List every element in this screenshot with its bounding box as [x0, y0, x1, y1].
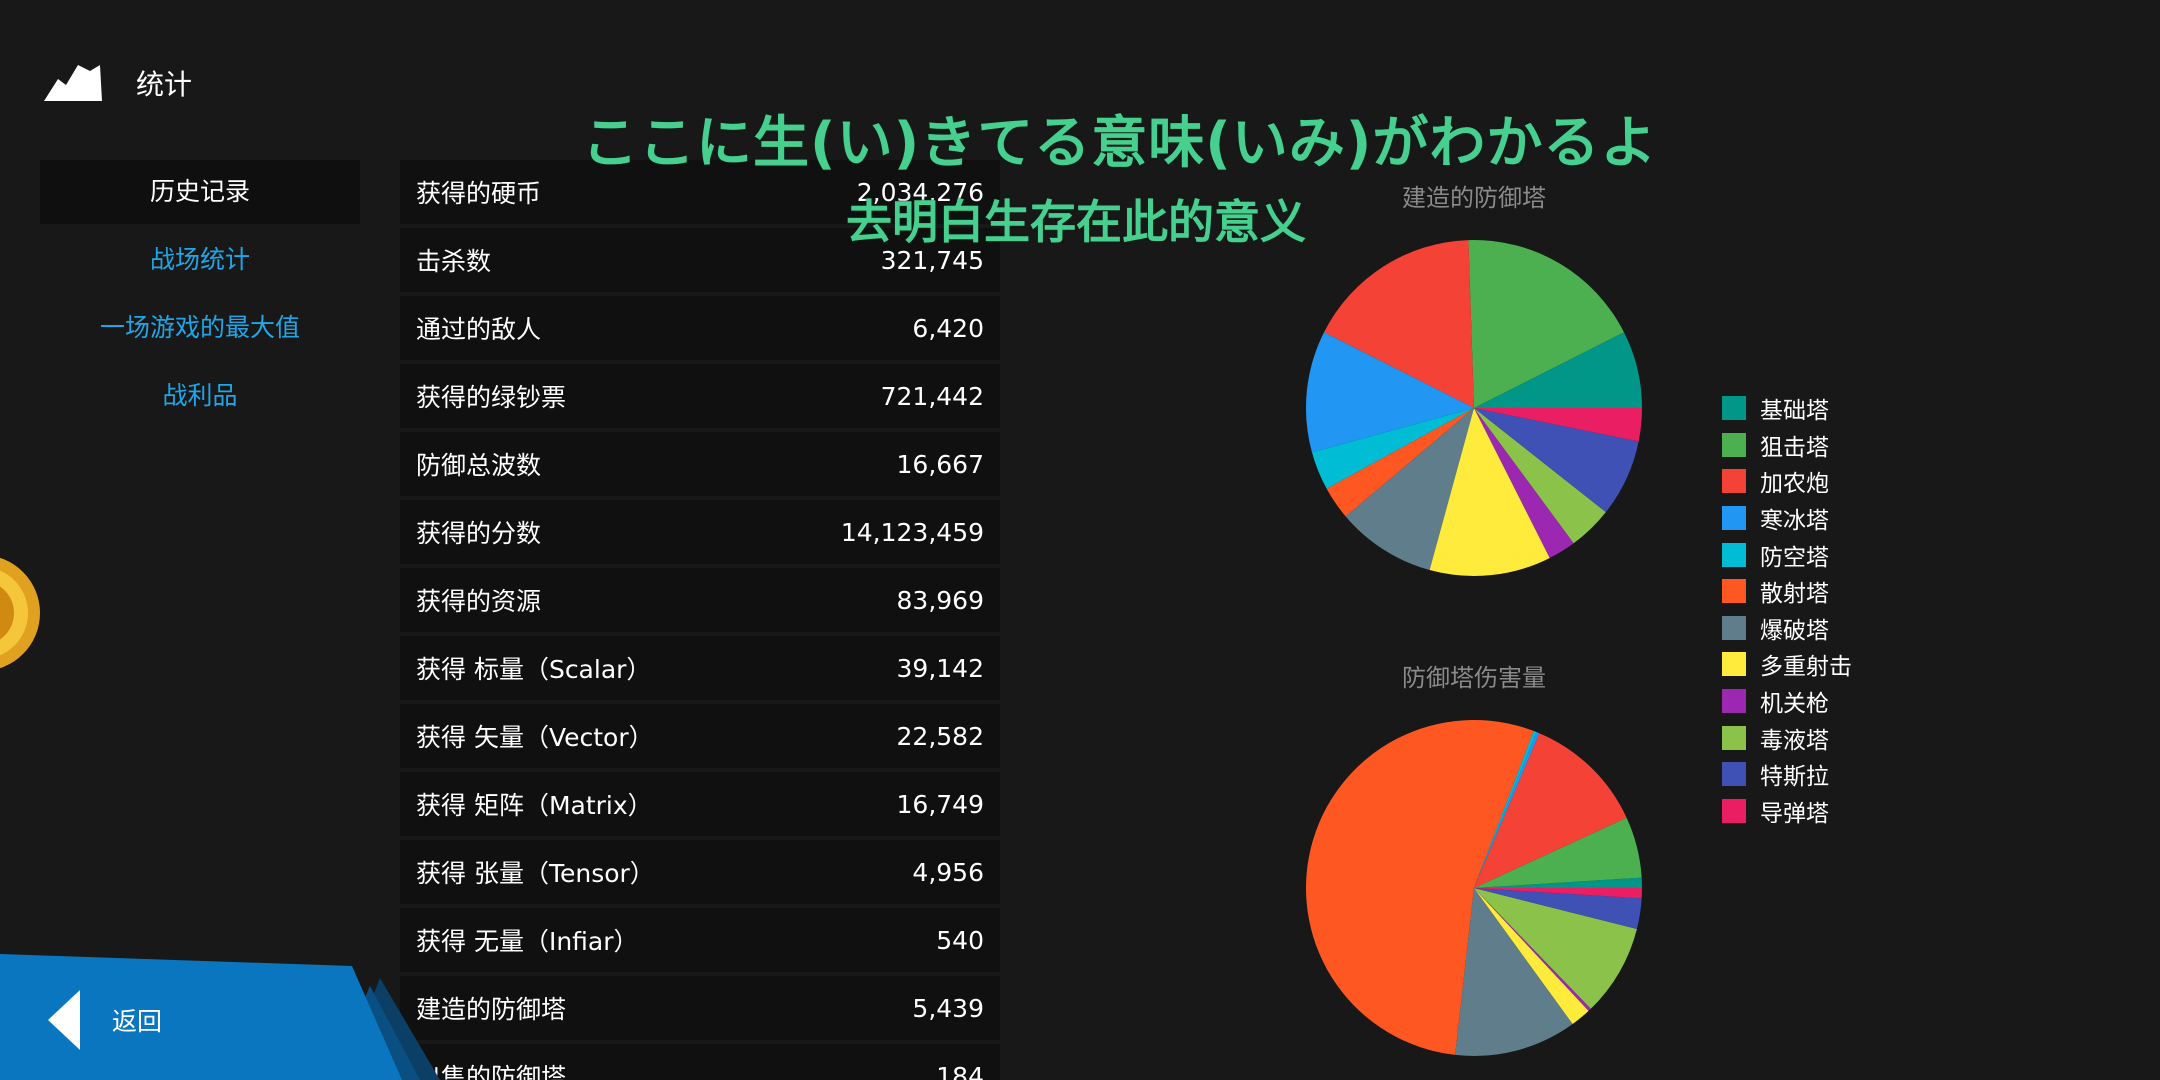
legend-item: 毒液塔: [1722, 719, 1852, 756]
app-header: 统计: [44, 58, 192, 108]
stat-row: 获得 标量（Scalar） 39,142: [400, 636, 1000, 700]
stats-screen: 统计 历史记录 战场统计 一场游戏的最大值 战利品 获得的硬币 2,034,276…: [0, 0, 2160, 1080]
legend-item: 基础塔: [1722, 390, 1852, 427]
chart-legend: 基础塔狙击塔加农炮寒冰塔防空塔散射塔爆破塔多重射击机关枪毒液塔特斯拉导弹塔: [1722, 390, 1852, 829]
stat-value: 14,123,459: [840, 517, 984, 547]
stat-label: 获得 标量（Scalar）: [416, 655, 652, 684]
legend-item: 特斯拉: [1722, 756, 1852, 793]
legend-label: 防空塔: [1760, 544, 1829, 571]
stat-label: 获得 矩阵（Matrix）: [416, 791, 653, 820]
stat-label: 获得的硬币: [416, 179, 542, 208]
stat-value: 540: [936, 925, 984, 955]
pie-chart-tower-damage: [1306, 720, 1642, 1056]
stat-value: 184: [936, 1061, 984, 1080]
stat-row: 获得的资源 83,969: [400, 568, 1000, 632]
legend-item: 加农炮: [1722, 463, 1852, 500]
legend-label: 寒冰塔: [1760, 508, 1829, 535]
mountain-icon: [44, 65, 102, 101]
stat-row: 获得 矩阵（Matrix） 16,749: [400, 772, 1000, 836]
stat-value: 6,420: [912, 313, 984, 343]
stat-value: 39,142: [896, 653, 984, 683]
coin-icon: [0, 557, 40, 669]
nav-item-history[interactable]: 历史记录: [40, 160, 360, 224]
legend-swatch: [1722, 615, 1746, 640]
legend-swatch: [1722, 762, 1746, 787]
legend-swatch: [1722, 432, 1746, 457]
legend-label: 加农炮: [1760, 471, 1829, 498]
legend-swatch: [1722, 689, 1746, 714]
stat-label: 获得 张量（Tensor）: [416, 859, 655, 888]
legend-swatch: [1722, 506, 1746, 531]
legend-swatch: [1722, 725, 1746, 750]
stat-label: 获得的分数: [416, 519, 542, 548]
legend-item: 机关枪: [1722, 683, 1852, 720]
legend-swatch: [1722, 798, 1746, 823]
stat-value: 83,969: [896, 585, 984, 615]
stat-label: 获得 矢量（Vector）: [416, 723, 654, 752]
legend-swatch: [1722, 652, 1746, 677]
stat-row: 获得 张量（Tensor） 4,956: [400, 840, 1000, 904]
stat-label: 获得 无量（Infiar）: [416, 927, 639, 956]
legend-label: 狙击塔: [1760, 434, 1829, 461]
stat-value: 721,442: [880, 381, 984, 411]
legend-label: 机关枪: [1760, 691, 1829, 718]
nav-item-battle-stats[interactable]: 战场统计: [40, 228, 360, 292]
nav-item-single-game-max[interactable]: 一场游戏的最大值: [40, 296, 360, 360]
caption-chinese: 去明白生存在此的意义: [846, 195, 1306, 249]
stat-row: 获得 矢量（Vector） 22,582: [400, 704, 1000, 768]
legend-item: 爆破塔: [1722, 610, 1852, 647]
legend-item: 狙击塔: [1722, 427, 1852, 464]
legend-label: 导弹塔: [1760, 800, 1829, 827]
legend-swatch: [1722, 469, 1746, 494]
stat-row: 建造的防御塔 5,439: [400, 976, 1000, 1040]
legend-label: 特斯拉: [1760, 764, 1829, 791]
legend-label: 散射塔: [1760, 581, 1829, 608]
pie-chart-towers-built: [1306, 240, 1642, 576]
stat-row: 防御总波数 16,667: [400, 432, 1000, 496]
back-button-label[interactable]: 返回: [112, 1002, 162, 1038]
back-button[interactable]: [0, 940, 440, 1080]
caption-japanese: ここに生(い)きてる意味(いみ)がわかるよ: [582, 111, 1658, 176]
stat-value: 16,667: [896, 449, 984, 479]
stat-label: 通过的敌人: [416, 315, 542, 344]
legend-label: 爆破塔: [1760, 617, 1829, 644]
legend-item: 防空塔: [1722, 536, 1852, 573]
stats-table[interactable]: 获得的硬币 2,034,276 击杀数 321,745 通过的敌人 6,420 获得的…: [400, 160, 1000, 1080]
stat-row: 出售的防御塔 184: [400, 1044, 1000, 1080]
stat-row: 获得的分数 14,123,459: [400, 500, 1000, 564]
stat-label: 获得的资源: [416, 587, 542, 616]
side-nav: 历史记录 战场统计 一场游戏的最大值 战利品: [40, 160, 360, 432]
legend-item: 导弹塔: [1722, 793, 1852, 830]
legend-item: 多重射击: [1722, 646, 1852, 683]
legend-label: 多重射击: [1760, 654, 1852, 681]
stat-label: 击杀数: [416, 247, 492, 276]
stat-value: 4,956: [912, 857, 984, 887]
legend-swatch: [1722, 542, 1746, 567]
stat-row: 通过的敌人 6,420: [400, 296, 1000, 360]
nav-item-loot[interactable]: 战利品: [40, 364, 360, 428]
stat-value: 16,749: [896, 789, 984, 819]
stat-row: 获得 无量（Infiar） 540: [400, 908, 1000, 972]
page-title: 统计: [136, 68, 193, 101]
stat-value: 5,439: [912, 993, 984, 1023]
stat-row: 获得的绿钞票 721,442: [400, 364, 1000, 428]
legend-label: 基础塔: [1760, 398, 1829, 425]
legend-label: 毒液塔: [1760, 727, 1829, 754]
back-button-area: [0, 940, 440, 1080]
stat-label: 获得的绿钞票: [416, 383, 567, 412]
stat-value: 22,582: [896, 721, 984, 751]
legend-swatch: [1722, 396, 1746, 421]
stat-label: 防御总波数: [416, 451, 542, 480]
legend-item: 散射塔: [1722, 573, 1852, 610]
legend-item: 寒冰塔: [1722, 500, 1852, 537]
legend-swatch: [1722, 579, 1746, 604]
